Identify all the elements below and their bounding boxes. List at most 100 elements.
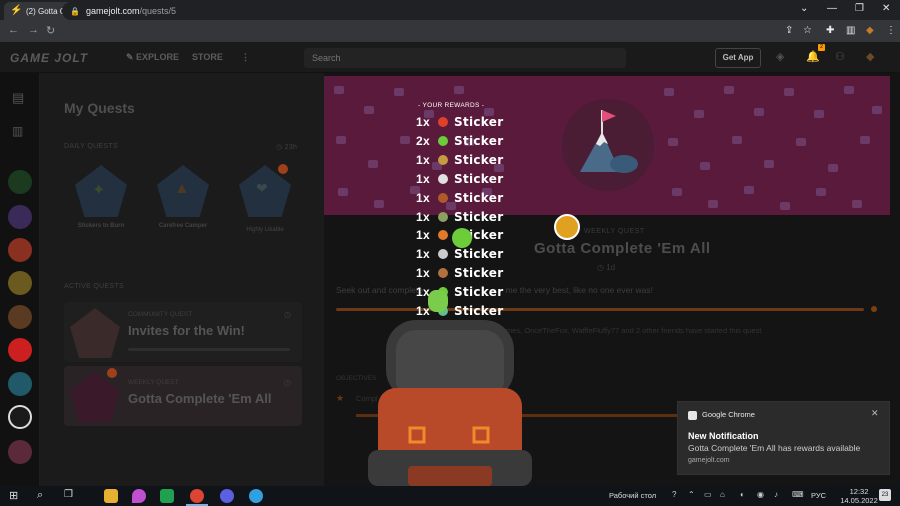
chrome-taskbar-icon[interactable] xyxy=(190,489,204,503)
reward-item: 1x Sticker xyxy=(416,265,503,281)
library-icon[interactable]: ▥ xyxy=(12,124,23,138)
search-input[interactable] xyxy=(304,48,626,68)
profile-avatar-icon[interactable]: ◆ xyxy=(866,25,874,36)
lock-icon: 🔒 xyxy=(70,6,80,16)
app-tray-icon[interactable]: ◐ xyxy=(740,490,745,499)
gamejolt-header: GAME JOLT ✎ EXPLORE STORE ⋮ Get App xyxy=(0,42,900,73)
sticker-icon xyxy=(438,192,448,203)
community-icon[interactable] xyxy=(8,205,32,229)
network-icon[interactable]: ⌂ xyxy=(720,490,725,499)
reload-icon[interactable]: ↻ xyxy=(46,24,55,37)
restore-button[interactable]: ❐ xyxy=(855,3,864,14)
progress-end-marker xyxy=(871,306,877,312)
sticker-icon xyxy=(438,154,448,165)
community-icon[interactable] xyxy=(8,238,32,262)
chevron-up-icon[interactable]: ⌃ xyxy=(688,490,695,499)
bookmark-star-icon[interactable]: ☆ xyxy=(803,25,812,36)
minimize-button[interactable]: — xyxy=(827,3,837,14)
desktop-label[interactable]: Рабочий стол xyxy=(609,491,656,500)
action-center-icon[interactable]: 23 xyxy=(879,489,891,501)
reward-count: 1x xyxy=(416,190,430,205)
new-quest-badge xyxy=(107,368,117,378)
chrome-notification[interactable]: Google Chrome ✕ New Notification Gotta C… xyxy=(677,401,890,475)
community-icon[interactable] xyxy=(8,405,32,429)
browser-toolbar xyxy=(0,20,900,42)
volume-icon[interactable]: ♪ xyxy=(774,490,778,499)
quest-type: COMMUNITY QUEST xyxy=(128,311,193,318)
file-explorer-icon[interactable] xyxy=(104,489,118,503)
language-indicator[interactable]: РУС xyxy=(811,491,826,500)
more-menu-icon[interactable]: ⋮ xyxy=(241,52,250,63)
youtube-community-icon[interactable] xyxy=(8,338,32,362)
quest-time: ◷ 1d xyxy=(597,263,616,272)
battery-icon[interactable]: ▭ xyxy=(704,490,712,499)
reward-count: 2x xyxy=(416,133,430,148)
reward-label: Sticker xyxy=(454,171,504,186)
reward-label: Sticker xyxy=(454,266,504,281)
campfire-icon: ✦ xyxy=(92,182,106,199)
backpack-icon[interactable]: ◈ xyxy=(776,50,784,63)
gamejolt-favicon-icon: ⚡ xyxy=(10,5,23,16)
task-view-icon[interactable]: ❒ xyxy=(64,489,73,500)
extensions-icon[interactable]: ✚ xyxy=(826,25,834,36)
notification-close-button[interactable]: ✕ xyxy=(871,408,879,419)
reward-label: Sticker xyxy=(454,209,504,224)
quest-type: WEEKLY QUEST xyxy=(128,379,179,386)
sidebar-toggle-icon[interactable]: ▤ xyxy=(12,90,24,106)
gamejolt-logo[interactable]: GAME JOLT xyxy=(10,51,88,65)
community-icon[interactable] xyxy=(8,440,32,464)
clock-icon: ◷ xyxy=(284,310,291,319)
address-url: gamejolt.com/quests/5 xyxy=(85,6,177,16)
sticker-icon xyxy=(438,268,448,279)
get-app-button[interactable]: Get App xyxy=(715,48,761,68)
reward-item: 1x Sticker xyxy=(416,171,503,187)
windows-start-icon[interactable]: ⊞ xyxy=(9,489,18,502)
search-icon[interactable]: ⌕ xyxy=(37,489,43,502)
app-icon[interactable] xyxy=(220,489,234,503)
share-icon[interactable]: ⇪ xyxy=(785,25,793,36)
chrome-icon xyxy=(688,411,697,420)
app-icon[interactable] xyxy=(132,489,146,503)
notification-title: New Notification xyxy=(688,431,759,441)
reward-label: Sticker xyxy=(454,190,504,205)
reward-item: 1x Sticker xyxy=(416,114,503,130)
quest-title: Gotta Complete 'Em All xyxy=(534,240,711,257)
reward-item: 1x Sticker xyxy=(416,246,503,262)
clock-icon: ◷ xyxy=(284,378,291,387)
user-avatar-icon[interactable]: ◆ xyxy=(866,50,874,63)
help-icon[interactable]: ? xyxy=(672,490,676,499)
security-shield-icon[interactable] xyxy=(160,489,174,503)
community-icon[interactable] xyxy=(8,372,32,396)
sticker-icon xyxy=(452,228,472,248)
daily-quest-label: Carefree Camper xyxy=(158,223,208,229)
back-icon[interactable]: ← xyxy=(8,24,19,36)
backpack-icon xyxy=(368,320,532,486)
clock[interactable]: 12:32 14.05.2022 xyxy=(839,487,879,505)
new-quest-badge xyxy=(278,164,288,174)
reward-item: 2x Sticker xyxy=(416,133,503,149)
chrome-menu-icon[interactable]: ⋮ xyxy=(886,25,896,36)
community-icon[interactable] xyxy=(8,271,32,295)
active-quests-label: ACTIVE QUESTS xyxy=(64,283,124,290)
quest-type: WEEKLY QUEST xyxy=(584,228,645,235)
community-icon[interactable] xyxy=(8,170,32,194)
window-close-button[interactable]: ✕ xyxy=(882,3,890,14)
notifications-bell-icon[interactable]: 🔔 xyxy=(806,50,820,63)
forward-icon[interactable]: → xyxy=(28,24,39,36)
keyboard-icon[interactable]: ⌨ xyxy=(792,490,804,499)
steam-icon[interactable]: ◉ xyxy=(757,490,764,499)
explore-link[interactable]: ✎ EXPLORE xyxy=(126,52,179,63)
reward-count: 1x xyxy=(416,171,430,186)
reward-label: Sticker xyxy=(454,115,504,129)
reward-count: 1x xyxy=(416,115,430,129)
store-link[interactable]: STORE xyxy=(192,52,223,62)
community-icon[interactable] xyxy=(8,305,32,329)
address-bar[interactable]: 🔒 gamejolt.com/quests/5 xyxy=(62,2,802,20)
friends-icon[interactable]: ⚇ xyxy=(835,50,845,63)
sidepanel-icon[interactable]: ▥ xyxy=(846,25,855,36)
app-icon[interactable] xyxy=(249,489,263,503)
reward-label: Sticker xyxy=(454,285,504,300)
daily-timer: ◷ 23h xyxy=(276,144,298,151)
notification-count-badge: 2 xyxy=(818,44,825,51)
page-title: My Quests xyxy=(64,100,135,116)
